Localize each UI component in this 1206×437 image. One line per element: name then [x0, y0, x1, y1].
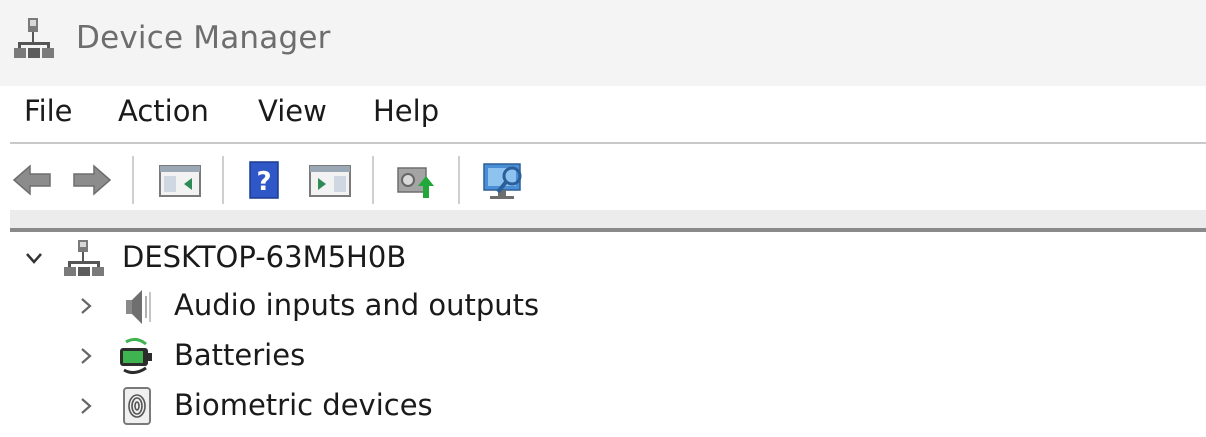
toolbar: ? — [0, 146, 1206, 214]
tree-item-label: Audio inputs and outputs — [174, 288, 540, 322]
tree-item-label: Batteries — [174, 338, 306, 372]
toolbar-separator — [222, 156, 224, 204]
chevron-right-icon[interactable] — [74, 394, 98, 418]
menu-action[interactable]: Action — [118, 94, 209, 128]
battery-icon — [120, 337, 152, 375]
chevron-right-icon[interactable] — [74, 294, 98, 318]
fingerprint-icon — [123, 387, 151, 425]
computer-network-icon — [64, 240, 104, 276]
action-pane-icon[interactable] — [306, 154, 354, 206]
tree-item-batteries[interactable]: Batteries — [0, 332, 1206, 380]
window-title: Device Manager — [76, 20, 331, 56]
toolbar-separator — [132, 156, 134, 204]
tree-item-audio[interactable]: Audio inputs and outputs — [0, 282, 1206, 330]
scan-hardware-changes-icon[interactable] — [478, 154, 530, 206]
menu-help[interactable]: Help — [373, 94, 439, 128]
title-bar: Device Manager — [0, 0, 1206, 86]
update-driver-icon[interactable] — [390, 154, 438, 206]
forward-arrow-icon[interactable] — [70, 154, 114, 206]
menu-view[interactable]: View — [258, 94, 327, 128]
menu-bar: File Action View Help — [0, 86, 1206, 142]
computer-network-icon — [14, 18, 54, 58]
tree-root-node[interactable]: DESKTOP-63M5H0B — [0, 234, 1206, 282]
speaker-icon — [126, 290, 151, 324]
toolbar-separator — [458, 156, 460, 204]
chevron-down-icon[interactable] — [22, 246, 46, 270]
help-icon[interactable]: ? — [244, 154, 284, 206]
tree-item-label: Biometric devices — [174, 388, 433, 422]
back-arrow-icon[interactable] — [10, 154, 54, 206]
tree-root-label: DESKTOP-63M5H0B — [122, 240, 407, 274]
device-tree: DESKTOP-63M5H0B Audio inputs and outputs… — [0, 232, 1206, 437]
toolbar-strip — [10, 210, 1206, 228]
chevron-right-icon[interactable] — [74, 344, 98, 368]
show-hide-console-tree-icon[interactable] — [156, 154, 204, 206]
tree-item-biometric[interactable]: Biometric devices — [0, 382, 1206, 430]
svg-text:?: ? — [256, 167, 271, 197]
menu-file[interactable]: File — [24, 94, 73, 128]
toolbar-separator — [372, 156, 374, 204]
menu-separator — [10, 142, 1206, 144]
